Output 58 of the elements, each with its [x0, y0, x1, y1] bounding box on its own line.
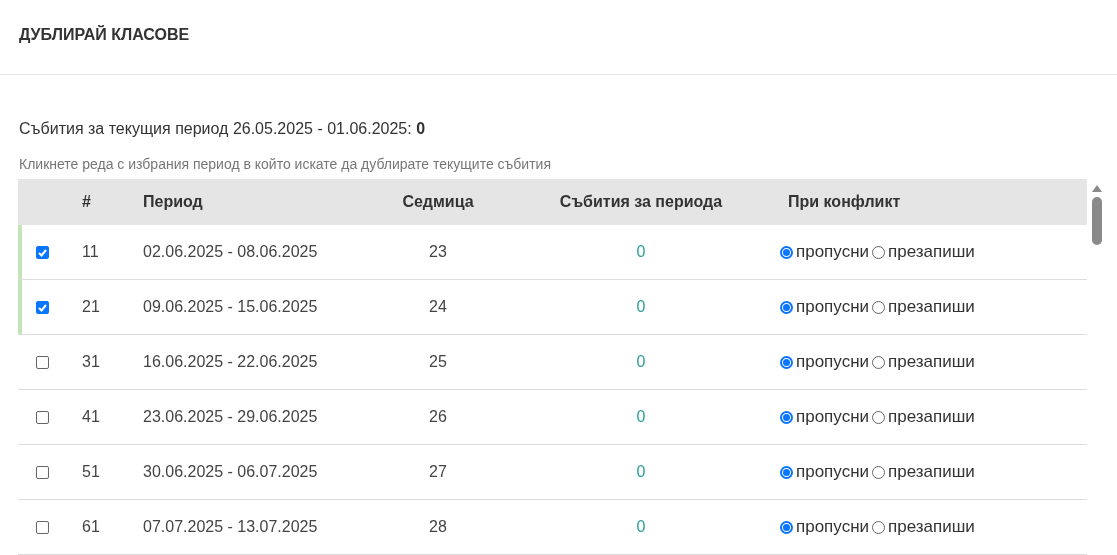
option-label[interactable]: пропусни: [796, 297, 869, 317]
radio-button[interactable]: [780, 355, 793, 369]
column-header: #: [82, 193, 91, 210]
events-count: 0: [636, 298, 646, 315]
row-number: 41: [82, 408, 100, 425]
row-number: 61: [82, 518, 100, 535]
scroll-up-icon[interactable]: [1092, 185, 1102, 192]
scrollbar-thumb[interactable]: [1092, 197, 1102, 245]
period-cell: 23.06.2025 - 29.06.2025: [143, 408, 318, 425]
week-cell: 25: [429, 353, 447, 370]
hint-text: Кликнете реда с избрания период в който искате да дублирате текущите събития: [19, 156, 552, 172]
period-cell: 30.06.2025 - 06.07.2025: [143, 463, 318, 480]
dialog-title: ДУБЛИРАЙ КЛАСОВЕ: [19, 26, 190, 44]
period-cell: 02.06.2025 - 08.06.2025: [143, 243, 318, 260]
events-count: 0: [636, 463, 646, 480]
events-count: 0: [636, 243, 646, 260]
option-label[interactable]: пропусни: [796, 352, 869, 372]
events-count: 0: [636, 408, 646, 425]
row-checkbox[interactable]: [36, 301, 49, 315]
option-label[interactable]: презапиши: [888, 352, 975, 372]
option-label[interactable]: презапиши: [888, 462, 975, 482]
row-checkbox[interactable]: [36, 466, 49, 480]
column-header: Седмица: [402, 193, 474, 210]
radio-button[interactable]: [780, 520, 793, 534]
week-cell: 26: [429, 408, 447, 425]
events-count: 0: [636, 518, 646, 535]
option-label[interactable]: пропусни: [796, 407, 869, 427]
row-number: 31: [82, 353, 100, 370]
option-label[interactable]: презапиши: [888, 517, 975, 537]
option-label[interactable]: презапиши: [888, 407, 975, 427]
events-count: 0: [636, 353, 646, 370]
option-label[interactable]: пропусни: [796, 462, 869, 482]
radio-button[interactable]: [780, 300, 793, 314]
option-label[interactable]: пропусни: [796, 242, 869, 262]
row-number: 11: [82, 243, 99, 260]
row-number: 51: [82, 463, 100, 480]
radio-button[interactable]: [780, 410, 793, 424]
events-summary: Събития за текущия период 26.05.2025 - 01.06.2025: 0: [19, 120, 427, 138]
row-checkbox[interactable]: [36, 411, 49, 425]
column-header: При конфликт: [788, 193, 901, 210]
row-checkbox[interactable]: [36, 521, 49, 535]
period-cell: 09.06.2025 - 15.06.2025: [143, 298, 318, 315]
radio-button[interactable]: [780, 245, 793, 259]
week-cell: 28: [429, 518, 447, 535]
option-label[interactable]: презапиши: [888, 297, 975, 317]
option-label[interactable]: презапиши: [888, 242, 975, 262]
row-checkbox[interactable]: [36, 246, 49, 260]
period-cell: 07.07.2025 - 13.07.2025: [143, 518, 318, 535]
radio-button[interactable]: [780, 465, 793, 479]
column-header: Събития за периода: [559, 193, 723, 210]
option-label[interactable]: пропусни: [796, 517, 869, 537]
column-header: Период: [143, 193, 203, 210]
row-number: 21: [82, 298, 100, 315]
week-cell: 27: [429, 463, 447, 480]
week-cell: 24: [429, 298, 447, 315]
period-cell: 16.06.2025 - 22.06.2025: [143, 353, 318, 370]
row-checkbox[interactable]: [36, 356, 49, 370]
week-cell: 23: [429, 243, 447, 260]
